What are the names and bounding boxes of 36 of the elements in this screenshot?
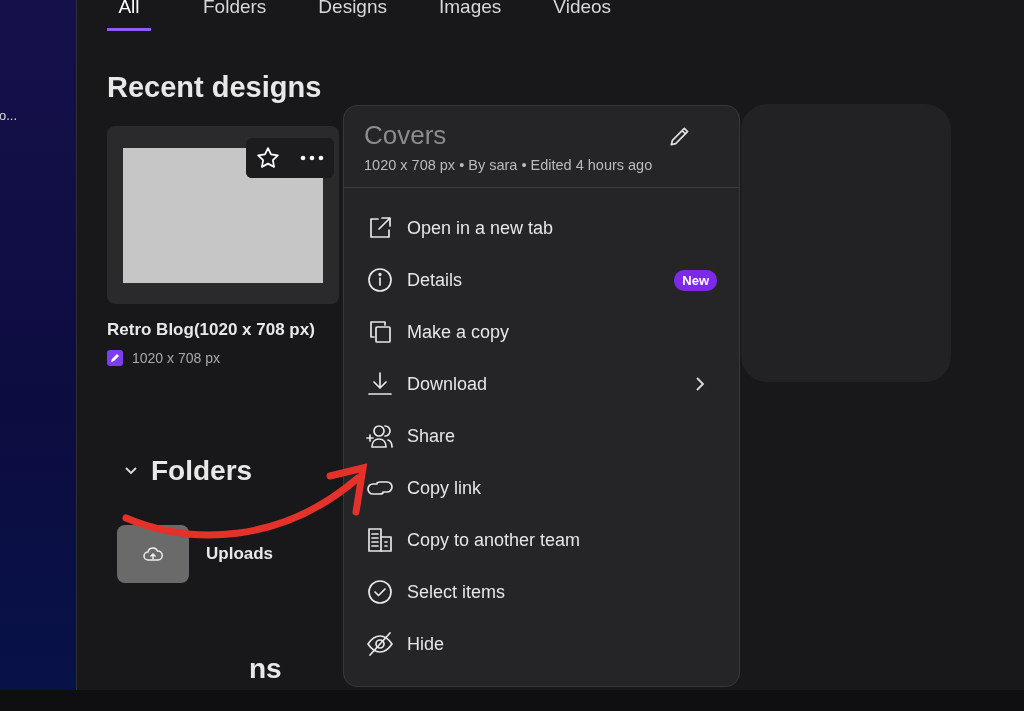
tab[interactable]: Videos <box>553 0 612 31</box>
folder-name[interactable]: Uploads <box>206 544 274 564</box>
menu-item[interactable]: Download <box>344 358 739 410</box>
folder-icon[interactable] <box>117 525 189 583</box>
people-icon <box>366 422 394 450</box>
menu-item[interactable]: Hide <box>344 618 739 670</box>
design-title[interactable]: Retro Blog(1020 x 708 px) <box>107 320 347 340</box>
menu-item[interactable]: Make a copy <box>344 306 739 358</box>
building-icon <box>366 526 394 554</box>
more-icon <box>299 154 325 162</box>
edit-badge-icon <box>107 350 123 366</box>
check-circle-icon <box>366 578 394 606</box>
section-heading: Folders <box>151 455 253 487</box>
menu-item[interactable]: Open in a new tab <box>344 202 739 254</box>
design-meta: 1020 x 708 px • By sara • Edited 4 hours ago <box>364 157 654 173</box>
menu-item[interactable]: Details New <box>344 254 739 306</box>
star-icon <box>255 145 281 171</box>
tab[interactable]: Designs <box>318 0 387 31</box>
sidebar-item[interactable]: o... <box>0 108 76 123</box>
tab[interactable]: Images <box>439 0 502 31</box>
menu-item[interactable]: Select items <box>344 566 739 618</box>
menu-item[interactable]: Copy link <box>344 462 739 514</box>
design-size: 1020 x 708 px <box>132 350 220 366</box>
section-heading: Recent designs <box>107 71 323 104</box>
section-heading: ns <box>249 653 283 685</box>
tab[interactable]: All <box>107 0 151 31</box>
menu-item[interactable]: Share <box>344 410 739 462</box>
info-icon <box>366 266 394 294</box>
tab[interactable]: Folders <box>203 0 267 31</box>
eye-slash-icon <box>366 630 394 658</box>
new-badge: New <box>674 269 717 291</box>
design-name-field[interactable]: Covers <box>364 120 447 151</box>
design-card[interactable] <box>107 126 339 304</box>
chevron-icon[interactable] <box>123 465 139 477</box>
download-icon <box>366 370 394 398</box>
menu-item[interactable]: Copy to another team <box>344 514 739 566</box>
